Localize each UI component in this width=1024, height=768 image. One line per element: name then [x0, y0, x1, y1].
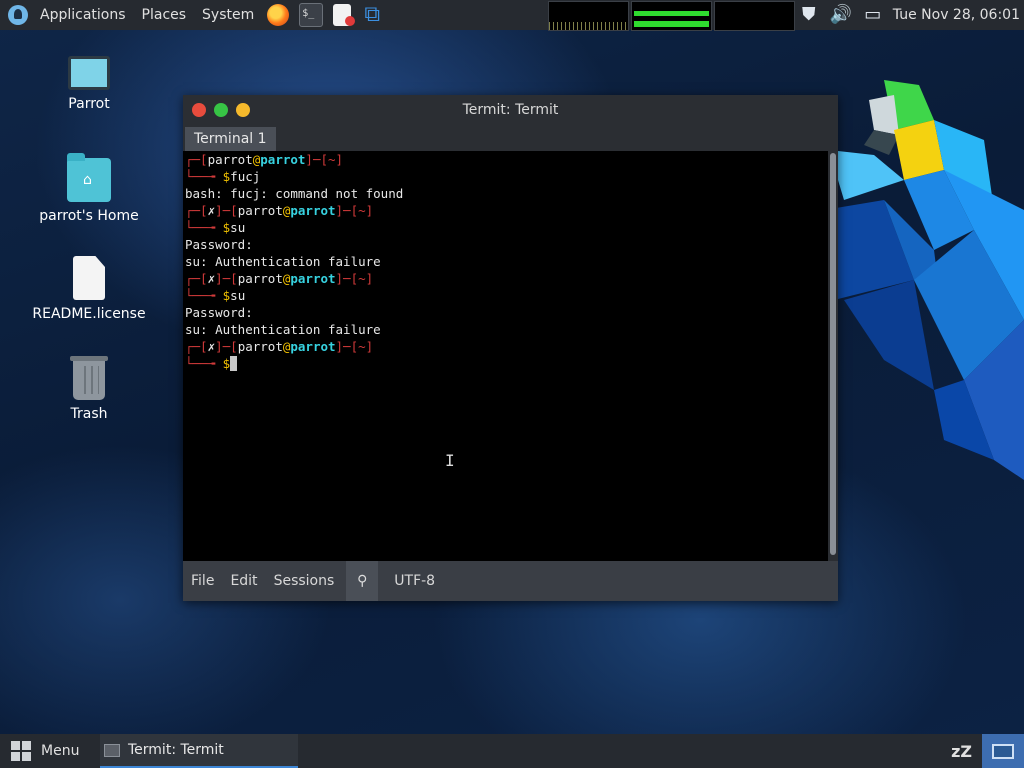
grid-menu-icon: [11, 741, 31, 761]
command-line: └──╼ $su: [185, 220, 246, 235]
prompt-line: ┌─[✗]─[parrot@parrot]─[~]: [185, 271, 374, 286]
terminal-window-icon: [104, 743, 120, 757]
command-line: └──╼ $fucj: [185, 169, 261, 184]
vscode-icon[interactable]: ⧉: [361, 4, 383, 26]
firefox-icon[interactable]: [267, 4, 290, 26]
network-graph: [714, 1, 795, 31]
ibeam-cursor-icon: I: [445, 451, 455, 470]
show-desktop-button[interactable]: [982, 734, 1024, 768]
desktop-icon-parrot[interactable]: Parrot: [29, 52, 149, 112]
text-editor-icon[interactable]: [333, 4, 356, 26]
command-line: └──╼ $su: [185, 288, 246, 303]
places-menu[interactable]: Places: [134, 0, 195, 30]
taskbar-item-termit[interactable]: Termit: Termit: [100, 734, 298, 768]
desktop-icon-home[interactable]: parrot's Home: [29, 153, 149, 224]
output-line: Password:: [185, 305, 253, 320]
applications-menu[interactable]: Applications: [32, 0, 134, 30]
file-icon: [73, 256, 105, 300]
parrot-logo-icon[interactable]: [8, 5, 28, 25]
desktop-icon: [992, 743, 1014, 759]
computer-icon: [68, 56, 110, 90]
menu-button[interactable]: Menu: [0, 734, 79, 768]
desktop-icon-label: Parrot: [68, 96, 110, 112]
system-monitor[interactable]: [548, 1, 795, 31]
menu-file[interactable]: File: [183, 573, 222, 589]
sleep-inhibit-icon[interactable]: zZ: [951, 742, 972, 761]
home-folder-icon: [67, 153, 111, 202]
system-menu[interactable]: System: [194, 0, 262, 30]
bottom-tray: zZ: [951, 734, 1024, 768]
output-line: Password:: [185, 237, 253, 252]
memory-graph: [631, 1, 712, 31]
volume-icon[interactable]: 🔊: [830, 4, 852, 26]
notification-icon[interactable]: ▭: [862, 4, 884, 26]
desktop-icon-label: Trash: [70, 406, 108, 422]
desktop-icon-label: README.license: [32, 306, 146, 322]
command-line: └──╼ $: [183, 355, 828, 372]
menu-label: Menu: [41, 743, 80, 759]
encoding-selector[interactable]: UTF-8: [386, 573, 435, 589]
output-line: bash: fucj: command not found: [185, 186, 404, 201]
terminal-scrollbar[interactable]: [828, 151, 838, 561]
prompt-line: ┌─[✗]─[parrot@parrot]─[~]: [185, 203, 374, 218]
window-title: Termit: Termit: [462, 102, 559, 118]
output-line: su: Authentication failure: [185, 322, 381, 337]
desktop-icon-trash[interactable]: Trash: [29, 356, 149, 422]
terminal-output[interactable]: ┌─[parrot@parrot]─[~] └──╼ $fucj bash: f…: [183, 151, 828, 561]
terminal-icon[interactable]: $_: [299, 3, 324, 27]
taskbar-item-label: Termit: Termit: [128, 742, 224, 758]
termit-window: Termit: Termit Terminal 1 ┌─[parrot@parr…: [183, 95, 838, 601]
menu-sessions[interactable]: Sessions: [266, 573, 343, 589]
search-icon[interactable]: ⚲: [346, 561, 379, 601]
desktop-icon-readme[interactable]: README.license: [29, 256, 149, 322]
clock[interactable]: Tue Nov 28, 06:01: [889, 7, 1024, 23]
tab-terminal-1[interactable]: Terminal 1: [185, 127, 276, 151]
system-tray: ⛊ 🔊 ▭ Tue Nov 28, 06:01: [793, 0, 1024, 30]
termit-menubar: File Edit Sessions ⚲ UTF-8: [183, 561, 838, 601]
bottom-panel: Menu Termit: Termit zZ: [0, 734, 1024, 768]
tab-bar: Terminal 1: [183, 125, 838, 151]
menu-edit[interactable]: Edit: [222, 573, 265, 589]
trash-icon: [70, 356, 108, 400]
desktop-icon-label: parrot's Home: [39, 208, 139, 224]
text-cursor: [230, 356, 238, 371]
top-panel: Applications Places System $_ ⧉ ⛊ 🔊 ▭ Tu…: [0, 0, 1024, 31]
window-titlebar[interactable]: Termit: Termit: [183, 95, 838, 125]
wallpaper-parrot: [824, 80, 1024, 480]
scrollbar-thumb[interactable]: [830, 153, 836, 555]
prompt-line: ┌─[✗]─[parrot@parrot]─[~]: [185, 339, 374, 354]
prompt-line: ┌─[parrot@parrot]─[~]: [185, 152, 344, 167]
output-line: su: Authentication failure: [185, 254, 381, 269]
network-manager-icon[interactable]: ⛊: [798, 4, 820, 26]
cpu-graph: [548, 1, 629, 31]
